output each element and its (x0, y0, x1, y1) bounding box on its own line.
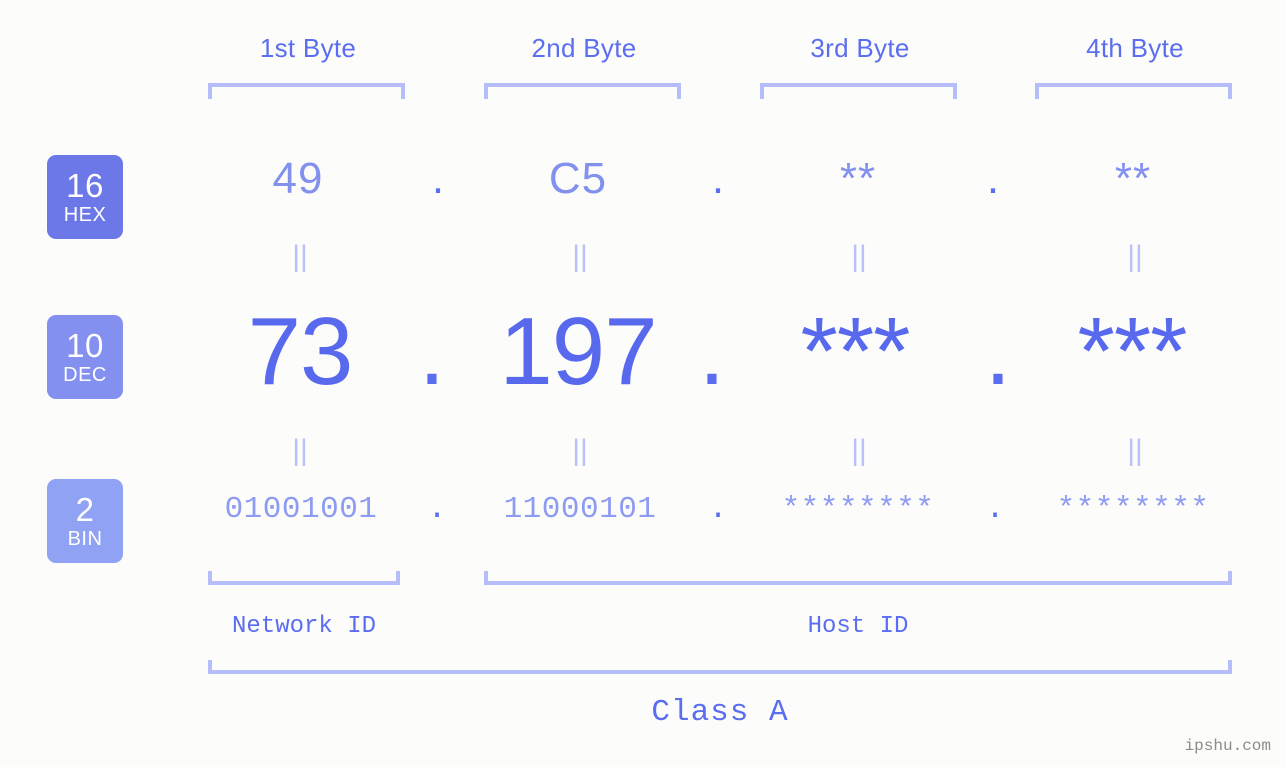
byte-header-4: 4th Byte (1086, 33, 1184, 63)
base-badge-hex-number: 16 (66, 167, 104, 204)
base-badge-hex: 16 HEX (47, 155, 123, 239)
dec-value-byte-1: 73 (247, 298, 354, 405)
bin-value-byte-3: ******** (781, 492, 935, 527)
base-badge-bin: 2 BIN (47, 479, 123, 563)
bin-separator-1: . (427, 492, 447, 527)
equals-connector-hex-dec-3: || (851, 240, 867, 273)
equals-connector-hex-dec-2: || (572, 240, 588, 273)
bin-separator-2: . (708, 492, 728, 527)
dec-value-byte-4: *** (1077, 298, 1187, 405)
hex-separator-2: . (711, 154, 725, 203)
base-badge-dec-number: 10 (66, 327, 104, 364)
host-id-bracket (484, 571, 1232, 585)
equals-connector-dec-bin-1: || (292, 434, 308, 467)
byte-bracket-1 (208, 83, 405, 99)
bin-separator-3: . (985, 492, 1005, 527)
hex-separator-3: . (986, 154, 1000, 203)
dec-separator-3: . (984, 298, 1012, 405)
equals-connector-dec-bin-2: || (572, 434, 588, 467)
network-id-bracket (208, 571, 400, 585)
equals-connector-dec-bin-3: || (851, 434, 867, 467)
byte-header-1: 1st Byte (259, 33, 357, 63)
hex-value-byte-3: ** (839, 154, 877, 203)
base-badge-dec: 10 DEC (47, 315, 123, 399)
equals-connector-hex-dec-4: || (1127, 240, 1143, 273)
hex-value-byte-1: 49 (272, 154, 324, 203)
class-bracket (208, 660, 1232, 674)
dec-value-byte-3: *** (800, 298, 910, 405)
bin-value-byte-2: 11000101 (503, 492, 657, 527)
hex-value-byte-2: C5 (548, 154, 608, 203)
hex-separator-1: . (431, 154, 445, 203)
dec-separator-1: . (418, 298, 446, 405)
class-label: Class A (651, 695, 789, 730)
ip-breakdown-diagram: 1st Byte 2nd Byte 3rd Byte 4th Byte 16 H… (0, 0, 1285, 767)
bin-value-byte-1: 01001001 (224, 492, 378, 527)
equals-connector-dec-bin-4: || (1127, 434, 1143, 467)
base-badge-bin-number: 2 (75, 491, 95, 528)
byte-bracket-4 (1035, 83, 1232, 99)
byte-header-2: 2nd Byte (531, 33, 637, 63)
byte-bracket-2 (484, 83, 681, 99)
dec-separator-2: . (698, 298, 726, 405)
byte-header-3: 3rd Byte (810, 33, 910, 63)
bin-value-byte-4: ******** (1056, 492, 1210, 527)
base-badge-hex-name: HEX (63, 204, 107, 226)
host-id-label: Host ID (807, 613, 909, 640)
byte-bracket-3 (760, 83, 957, 99)
watermark: ipshu.com (1184, 737, 1271, 755)
hex-value-byte-4: ** (1114, 154, 1152, 203)
network-id-label: Network ID (231, 613, 377, 640)
base-badge-bin-name: BIN (67, 528, 103, 550)
base-badge-dec-name: DEC (63, 364, 107, 386)
dec-value-byte-2: 197 (499, 298, 657, 405)
equals-connector-hex-dec-1: || (292, 240, 308, 273)
